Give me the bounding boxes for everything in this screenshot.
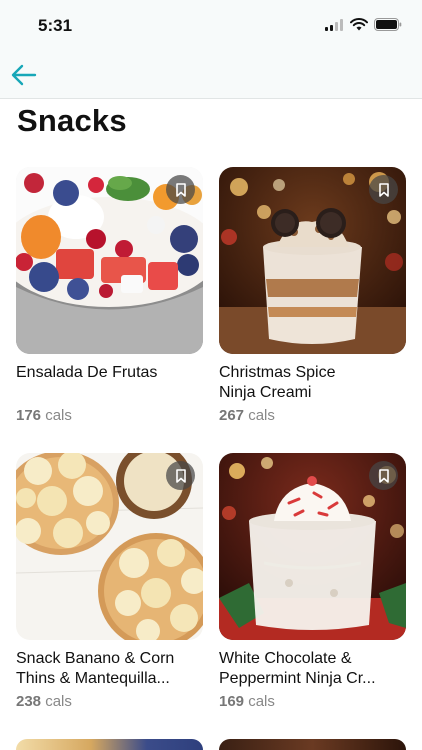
calories-unit: cals	[248, 693, 275, 710]
recipe-calories: 267 cals	[219, 407, 406, 424]
recipe-card[interactable]: White Chocolate & Peppermint Ninja Cr...…	[219, 453, 406, 710]
battery-icon	[374, 18, 402, 31]
recipe-calories: 169 cals	[219, 693, 406, 710]
arrow-left-icon	[11, 64, 37, 86]
recipe-image	[16, 453, 203, 640]
cellular-signal-icon	[325, 18, 343, 31]
recipe-calories: 176 cals	[16, 407, 203, 424]
recipe-name: White Chocolate & Peppermint Ninja Cr...	[219, 650, 376, 687]
bookmark-button[interactable]	[369, 461, 398, 490]
status-icons	[325, 18, 402, 31]
nav-bar	[0, 52, 422, 99]
recipe-name: Ensalada De Frutas	[16, 364, 158, 381]
calories-unit: cals	[45, 693, 72, 710]
wifi-icon	[350, 18, 368, 31]
recipe-image-partial	[16, 739, 203, 750]
recipe-card-partial[interactable]	[219, 739, 406, 750]
recipe-image	[219, 453, 406, 640]
recipe-name: Snack Banano & Corn Thins & Mantequilla.…	[16, 650, 175, 687]
recipe-image-partial	[219, 739, 406, 750]
page-title: Snacks	[17, 103, 127, 138]
bookmark-icon	[378, 182, 389, 197]
recipe-calories: 238 cals	[16, 693, 203, 710]
recipe-image	[219, 167, 406, 354]
status-bar: 5:31	[0, 0, 422, 52]
status-time: 5:31	[38, 16, 73, 35]
calories-value: 176	[16, 407, 42, 424]
bookmark-icon	[378, 468, 389, 483]
bookmark-icon	[175, 468, 186, 483]
recipe-image	[16, 167, 203, 354]
recipe-card[interactable]: Ensalada De Frutas 176 cals	[16, 167, 203, 424]
bookmark-button[interactable]	[166, 461, 195, 490]
bookmark-button[interactable]	[369, 175, 398, 204]
bookmark-button[interactable]	[166, 175, 195, 204]
calories-unit: cals	[45, 407, 72, 424]
calories-value: 169	[219, 693, 245, 710]
calories-value: 238	[16, 693, 42, 710]
recipe-card[interactable]: Christmas Spice Ninja Creami 267 cals	[219, 167, 406, 424]
recipe-card[interactable]: Snack Banano & Corn Thins & Mantequilla.…	[16, 453, 203, 710]
calories-value: 267	[219, 407, 245, 424]
recipe-card-partial[interactable]	[16, 739, 203, 750]
recipe-name: Christmas Spice Ninja Creami	[219, 364, 336, 401]
bookmark-icon	[175, 182, 186, 197]
calories-unit: cals	[248, 407, 275, 424]
back-button[interactable]	[10, 62, 38, 88]
